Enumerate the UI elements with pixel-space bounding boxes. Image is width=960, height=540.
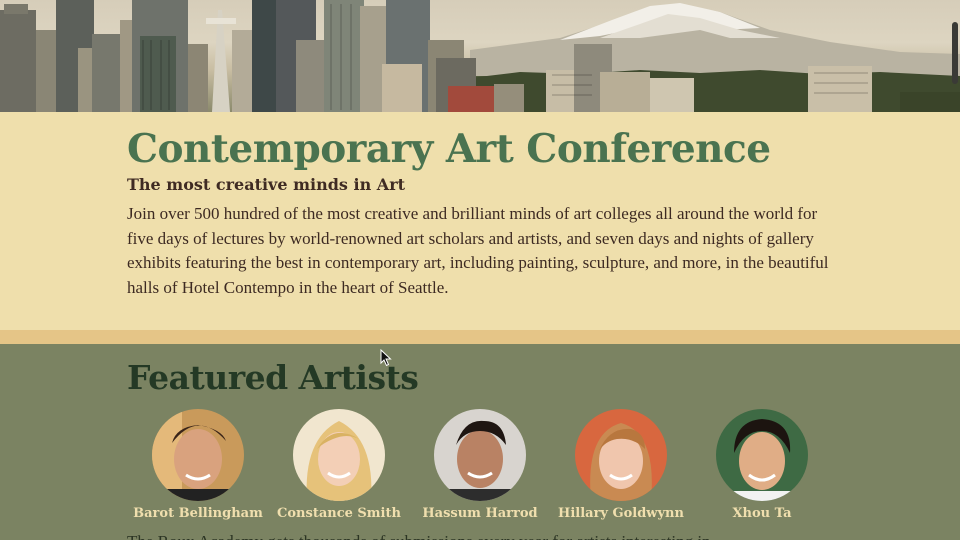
featured-artists-section: Featured Artists Barot Bellingham Consta… <box>0 344 960 540</box>
artist-name[interactable]: Hassum Harrod <box>405 505 555 523</box>
artist-avatar[interactable] <box>293 409 385 501</box>
section-divider <box>0 330 960 344</box>
artist-card[interactable]: Xhou Ta <box>687 409 837 523</box>
artist-card[interactable]: Hassum Harrod <box>405 409 555 523</box>
page-title: Contemporary Art Conference <box>127 126 771 172</box>
artist-card[interactable]: Constance Smith <box>264 409 414 523</box>
hero-banner <box>0 0 960 112</box>
artist-name[interactable]: Constance Smith <box>264 505 414 523</box>
artist-card[interactable]: Barot Bellingham <box>123 409 273 523</box>
artist-name[interactable]: Xhou Ta <box>687 505 837 523</box>
intro-paragraph: Join over 500 hundred of the most creati… <box>127 204 829 297</box>
artist-avatar[interactable] <box>152 409 244 501</box>
featured-paragraph: The Roux Academy gets thousands of submi… <box>127 530 847 540</box>
page-subtitle: The most creative minds in Art <box>127 175 406 194</box>
mouse-cursor-icon <box>380 349 392 367</box>
artist-card[interactable]: Hillary Goldwynn <box>546 409 696 523</box>
artist-name[interactable]: Hillary Goldwynn <box>546 505 696 523</box>
artist-avatar[interactable] <box>575 409 667 501</box>
artist-avatar[interactable] <box>434 409 526 501</box>
featured-heading: Featured Artists <box>127 358 419 397</box>
skyline-image <box>0 0 960 112</box>
intro-section: Contemporary Art Conference The most cre… <box>0 112 960 330</box>
artist-avatar[interactable] <box>716 409 808 501</box>
artist-name[interactable]: Barot Bellingham <box>123 505 273 523</box>
scrollbar-thumb[interactable] <box>952 22 958 84</box>
